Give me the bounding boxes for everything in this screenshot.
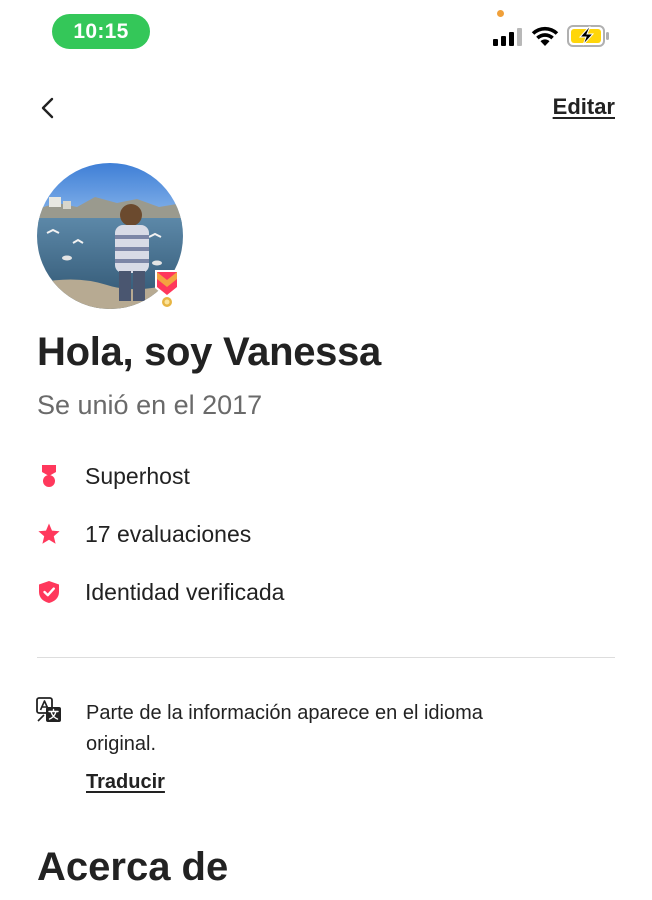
edit-profile-link[interactable]: Editar xyxy=(553,94,615,120)
stat-identity: Identidad verificada xyxy=(37,575,284,609)
battery-charging-icon xyxy=(567,25,609,47)
wifi-icon xyxy=(531,26,559,46)
section-title-about: Acerca de xyxy=(37,845,229,889)
page-title: Hola, soy Vanessa xyxy=(37,330,381,374)
status-time: 10:15 xyxy=(52,14,150,49)
superhost-medal-icon xyxy=(155,270,179,309)
translate-icon xyxy=(36,697,61,722)
status-bar: 10:15 xyxy=(0,0,652,64)
privacy-indicator-dot xyxy=(497,10,504,17)
stat-superhost: Superhost xyxy=(37,459,190,493)
translate-link[interactable]: Traducir xyxy=(86,771,165,794)
joined-date: Se unió en el 2017 xyxy=(37,390,263,420)
stat-label: Superhost xyxy=(85,462,190,489)
superhost-medal-icon xyxy=(37,464,61,488)
stat-label: Identidad verificada xyxy=(85,578,285,605)
cellular-signal-icon xyxy=(493,28,522,46)
stat-reviews: 17 evaluaciones xyxy=(37,517,251,551)
translation-notice: Parte de la información aparece en el id… xyxy=(86,702,483,755)
chevron-left-icon xyxy=(41,97,54,119)
divider xyxy=(37,657,615,658)
stat-label: 17 evaluaciones xyxy=(85,520,252,547)
star-icon xyxy=(37,522,61,546)
verified-shield-icon xyxy=(37,580,61,604)
back-button[interactable] xyxy=(32,92,64,124)
